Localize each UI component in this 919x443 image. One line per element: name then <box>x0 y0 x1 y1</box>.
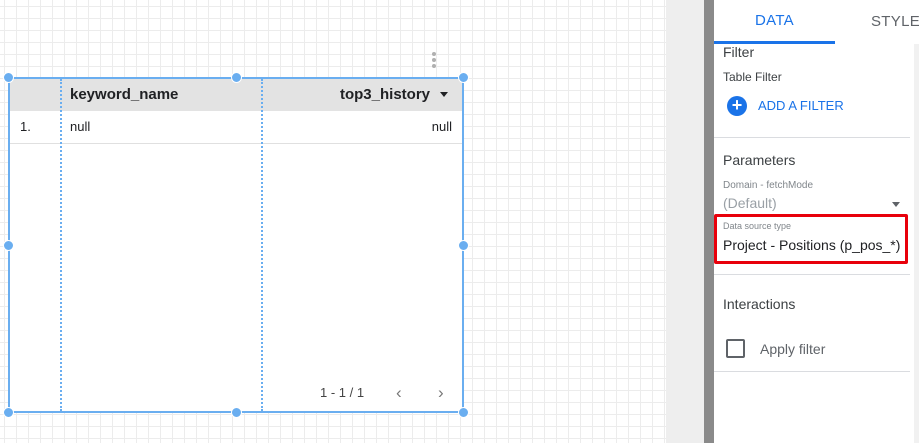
divider <box>714 274 910 275</box>
tab-style[interactable]: STYLE <box>871 0 919 44</box>
chevron-down-icon[interactable] <box>892 202 900 207</box>
cell-top3-history: null <box>431 119 452 134</box>
column-header-keyword-name[interactable]: keyword_name <box>70 79 178 111</box>
resize-handle-top-right[interactable] <box>458 72 469 83</box>
column-resize-divider[interactable] <box>60 79 62 411</box>
row-index: 1. <box>20 119 31 134</box>
table-row[interactable]: 1. null null <box>10 111 462 144</box>
divider <box>714 137 910 138</box>
add-filter-label: ADD A FILTER <box>758 98 844 113</box>
add-circle-icon: + <box>727 96 747 116</box>
resize-handle-top[interactable] <box>231 72 242 83</box>
column-resize-divider[interactable] <box>261 79 263 411</box>
parameters-section-title: Parameters <box>723 152 796 168</box>
panel-tabs: DATA STYLE <box>714 0 919 44</box>
data-source-type-label: Data source type <box>723 221 792 231</box>
panel-body: Filter Table Filter + ADD A FILTER Param… <box>714 44 914 443</box>
cell-keyword-name: null <box>70 119 91 134</box>
resize-handle-left[interactable] <box>3 240 14 251</box>
resize-handle-bottom-right[interactable] <box>458 407 469 418</box>
chevron-right-icon[interactable]: › <box>438 384 444 401</box>
filter-section-title: Filter <box>723 44 755 60</box>
table-chart[interactable]: keyword_name top3_history 1. null null 1… <box>8 77 464 413</box>
canvas-gutter <box>666 0 704 443</box>
resize-handle-right[interactable] <box>458 240 469 251</box>
pagination-status: 1 - 1 / 1 <box>320 385 365 400</box>
chevron-left-icon[interactable]: ‹ <box>396 384 402 401</box>
domain-fetchmode-label: Domain - fetchMode <box>723 180 814 191</box>
apply-filter-label[interactable]: Apply filter <box>760 341 825 357</box>
divider <box>714 371 910 372</box>
panel-scrollbar[interactable] <box>704 0 714 443</box>
apply-filter-checkbox[interactable] <box>726 339 745 358</box>
column-header-top3-history[interactable]: top3_history <box>340 79 430 111</box>
resize-handle-bottom-left[interactable] <box>3 407 14 418</box>
tab-data[interactable]: DATA <box>714 0 835 44</box>
resize-handle-bottom[interactable] <box>231 407 242 418</box>
data-source-type-select[interactable]: Project - Positions (p_pos_*) <box>723 237 900 253</box>
resize-handle-top-left[interactable] <box>3 72 14 83</box>
properties-panel: DATA STYLE Filter Table Filter + ADD A F… <box>714 0 919 443</box>
more-options-icon[interactable] <box>432 52 436 68</box>
sort-desc-icon[interactable] <box>440 92 448 97</box>
interactions-section-title: Interactions <box>723 296 796 312</box>
table-filter-label: Table Filter <box>723 70 782 84</box>
domain-fetchmode-select[interactable]: (Default) <box>723 195 777 211</box>
report-canvas[interactable]: keyword_name top3_history 1. null null 1… <box>0 0 666 443</box>
table-header: keyword_name top3_history <box>10 79 462 111</box>
